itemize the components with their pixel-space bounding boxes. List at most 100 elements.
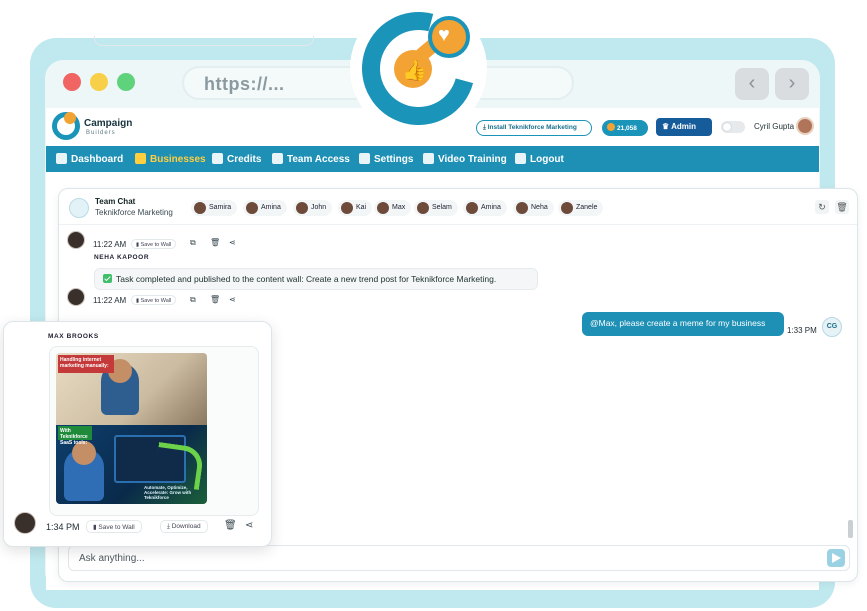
sender-name: MAX BROOKS bbox=[48, 333, 99, 340]
member-chip[interactable]: Kai bbox=[338, 200, 373, 216]
crown-icon: ♛ bbox=[662, 122, 672, 131]
save-to-wall-button[interactable]: ▮ Save to Wall bbox=[131, 239, 177, 249]
save-to-wall-button[interactable]: ▮ Save to Wall bbox=[131, 295, 177, 305]
member-name: Zanele bbox=[576, 204, 598, 211]
download-button[interactable]: ⤓ Download bbox=[160, 520, 208, 533]
minimize-dot[interactable] bbox=[90, 73, 108, 91]
member-chip[interactable]: Max bbox=[374, 200, 412, 216]
member-name: Samira bbox=[209, 204, 232, 211]
copy-icon[interactable]: ⧉ bbox=[190, 238, 196, 248]
close-dot[interactable] bbox=[63, 73, 81, 91]
user-name[interactable]: Cyril Gupta bbox=[754, 122, 794, 131]
message-text: Task completed and published to the cont… bbox=[116, 274, 497, 284]
refresh-icon[interactable]: ↻ bbox=[815, 200, 829, 214]
member-chip[interactable]: Amina bbox=[243, 200, 287, 216]
logo-subtext: Builders bbox=[86, 130, 116, 136]
member-chip[interactable]: John bbox=[293, 200, 333, 216]
thumbs-up-icon: 👍 bbox=[402, 60, 427, 82]
avatar bbox=[67, 288, 85, 306]
member-chip[interactable]: Selam bbox=[414, 200, 458, 216]
save-to-wall-button[interactable]: ▮ Save to Wall bbox=[86, 520, 142, 533]
team-icon bbox=[272, 153, 283, 164]
member-name: Max bbox=[392, 204, 406, 211]
member-avatar bbox=[516, 202, 528, 214]
stage: https://... ‹ › Campaign Builders ⤓ Inst… bbox=[0, 0, 867, 611]
meme-image[interactable]: Handling internet marketing manually: Wi… bbox=[56, 353, 207, 504]
chat-title: Team Chat bbox=[95, 197, 136, 206]
checkbox-icon bbox=[103, 274, 112, 283]
meme-caption: Automate, Optimize, Accelerate: Grow wit… bbox=[144, 485, 192, 500]
menu-businesses[interactable]: Businesses bbox=[135, 153, 206, 165]
member-avatar bbox=[561, 202, 573, 214]
maximize-dot[interactable] bbox=[117, 73, 135, 91]
trash-icon[interactable]: 🗑 bbox=[210, 238, 220, 247]
copy-icon[interactable]: ⧉ bbox=[190, 295, 196, 305]
member-name: Amina bbox=[481, 204, 501, 211]
credits-badge[interactable]: 21,058 bbox=[602, 120, 648, 136]
menu-settings[interactable]: Settings bbox=[359, 153, 413, 165]
menu-team-access[interactable]: Team Access bbox=[272, 153, 350, 165]
member-name: Amina bbox=[261, 204, 281, 211]
save-label: Save to Wall bbox=[98, 524, 135, 531]
avatar bbox=[67, 231, 85, 249]
menu-dashboard[interactable]: Dashboard bbox=[56, 153, 123, 165]
chat-header: Team Chat Teknikforce Marketing Samira A… bbox=[59, 189, 857, 225]
share-icon[interactable]: ⋖ bbox=[245, 520, 253, 531]
logo-text: Campaign bbox=[84, 118, 133, 129]
menu-logout[interactable]: Logout bbox=[515, 153, 564, 165]
trash-icon[interactable]: 🗑 bbox=[210, 295, 220, 304]
grid-icon bbox=[56, 153, 67, 164]
member-avatar bbox=[194, 202, 206, 214]
install-button[interactable]: ⤓ Install Teknikforce Marketing bbox=[476, 120, 592, 136]
message-time: 1:33 PM bbox=[787, 326, 817, 335]
trash-icon[interactable]: 🗑 bbox=[224, 520, 237, 531]
menu-credits[interactable]: Credits bbox=[212, 153, 261, 165]
member-chip[interactable]: Amina bbox=[463, 200, 507, 216]
logo-accent bbox=[64, 112, 76, 124]
member-avatar bbox=[466, 202, 478, 214]
coins-icon bbox=[212, 153, 223, 164]
theme-toggle[interactable] bbox=[721, 121, 745, 133]
admin-button[interactable]: ♛ Admin bbox=[656, 118, 712, 136]
back-button[interactable]: ‹ bbox=[735, 68, 769, 100]
outgoing-message: @Max, please create a meme for my busine… bbox=[582, 312, 784, 336]
message-time: 11:22 AM bbox=[93, 240, 127, 249]
member-chip[interactable]: Samira bbox=[191, 200, 238, 216]
sender-name: NEHA KAPOOR bbox=[94, 254, 150, 261]
menu-label: Logout bbox=[530, 154, 564, 165]
chat-bubbles-icon bbox=[69, 198, 89, 218]
chat-input[interactable]: Ask anything... bbox=[68, 545, 850, 571]
download-label: Download bbox=[171, 523, 201, 530]
menu-video-training[interactable]: Video Training bbox=[423, 153, 507, 165]
campaign-builders-logo: 👍 ♥ bbox=[341, 0, 496, 146]
send-button[interactable] bbox=[827, 549, 845, 567]
meme-bottom-label: With Teknikforce SaaS tools: bbox=[58, 426, 92, 446]
trash-icon[interactable]: 🗑 bbox=[835, 200, 849, 214]
member-name: Kai bbox=[356, 204, 367, 211]
credits-value: 21,058 bbox=[617, 125, 637, 132]
scrollbar[interactable] bbox=[848, 520, 853, 538]
avatar bbox=[14, 512, 36, 534]
user-avatar[interactable] bbox=[796, 117, 814, 135]
meme-top-label: Handling internet marketing manually: bbox=[58, 355, 114, 373]
member-name: Selam bbox=[432, 204, 452, 211]
forward-button[interactable]: › bbox=[775, 68, 809, 100]
install-label: Install Teknikforce Marketing bbox=[487, 124, 577, 131]
heart-icon: ♥ bbox=[438, 24, 450, 46]
menu-label: Businesses bbox=[150, 154, 206, 165]
member-chip[interactable]: Zanele bbox=[558, 200, 604, 216]
member-name: Neha bbox=[531, 204, 548, 211]
member-avatar bbox=[341, 202, 353, 214]
chat-subtitle: Teknikforce Marketing bbox=[95, 208, 173, 217]
member-avatar bbox=[377, 202, 389, 214]
member-avatar bbox=[296, 202, 308, 214]
member-name: John bbox=[311, 204, 327, 211]
logout-icon bbox=[515, 153, 526, 164]
main-menu: Dashboard Businesses Credits Team Access… bbox=[46, 146, 819, 172]
share-icon[interactable]: ⋖ bbox=[229, 295, 236, 304]
admin-label: Admin bbox=[671, 122, 696, 131]
member-chip[interactable]: Neha bbox=[513, 200, 554, 216]
message-time: 11:22 AM bbox=[93, 296, 127, 305]
user-initials-avatar: CG bbox=[822, 317, 842, 337]
share-icon[interactable]: ⋖ bbox=[229, 238, 236, 247]
